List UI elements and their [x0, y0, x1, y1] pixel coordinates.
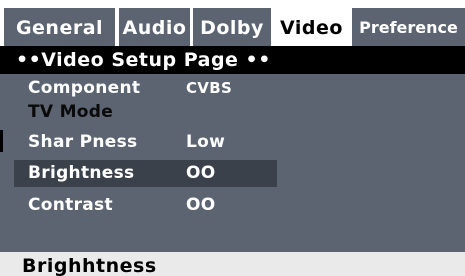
tab-audio[interactable]: Audio	[119, 8, 190, 46]
setting-row-sharpness[interactable]: Shar Pness Low	[0, 129, 465, 155]
settings-panel: Component CVBS TV Mode Shar Pness Low Br…	[0, 74, 465, 252]
setting-label: TV Mode	[28, 102, 114, 122]
dvd-setup-menu: General Audio Dolby Video Preference ••V…	[0, 0, 465, 276]
setting-row-tv-mode[interactable]: TV Mode	[0, 99, 465, 125]
tab-bar: General Audio Dolby Video Preference	[0, 8, 465, 46]
setting-label: Component	[28, 78, 141, 98]
tab-video[interactable]: Video	[273, 8, 350, 46]
tab-general[interactable]: General	[4, 8, 115, 46]
setting-value: Low	[186, 132, 226, 152]
setting-value: OO	[186, 163, 216, 183]
setting-value: OO	[186, 195, 216, 215]
setting-label: Contrast	[28, 195, 113, 215]
status-text: Brighhtness	[22, 255, 157, 276]
setting-row-brightness[interactable]: Brightness OO	[0, 160, 465, 186]
page-title: ••Video Setup Page ••	[16, 49, 271, 71]
tab-dolby[interactable]: Dolby	[193, 8, 271, 46]
tab-preference[interactable]: Preference	[352, 8, 465, 46]
setting-value: CVBS	[186, 79, 233, 97]
setting-label: Shar Pness	[28, 132, 138, 152]
status-bar: Brighhtness	[0, 252, 465, 276]
top-strip	[0, 0, 465, 8]
setting-label: Brightness	[28, 163, 135, 183]
setting-row-contrast[interactable]: Contrast OO	[0, 192, 465, 218]
page-title-bar: ••Video Setup Page ••	[0, 46, 465, 74]
setting-row-component[interactable]: Component CVBS	[0, 75, 465, 101]
